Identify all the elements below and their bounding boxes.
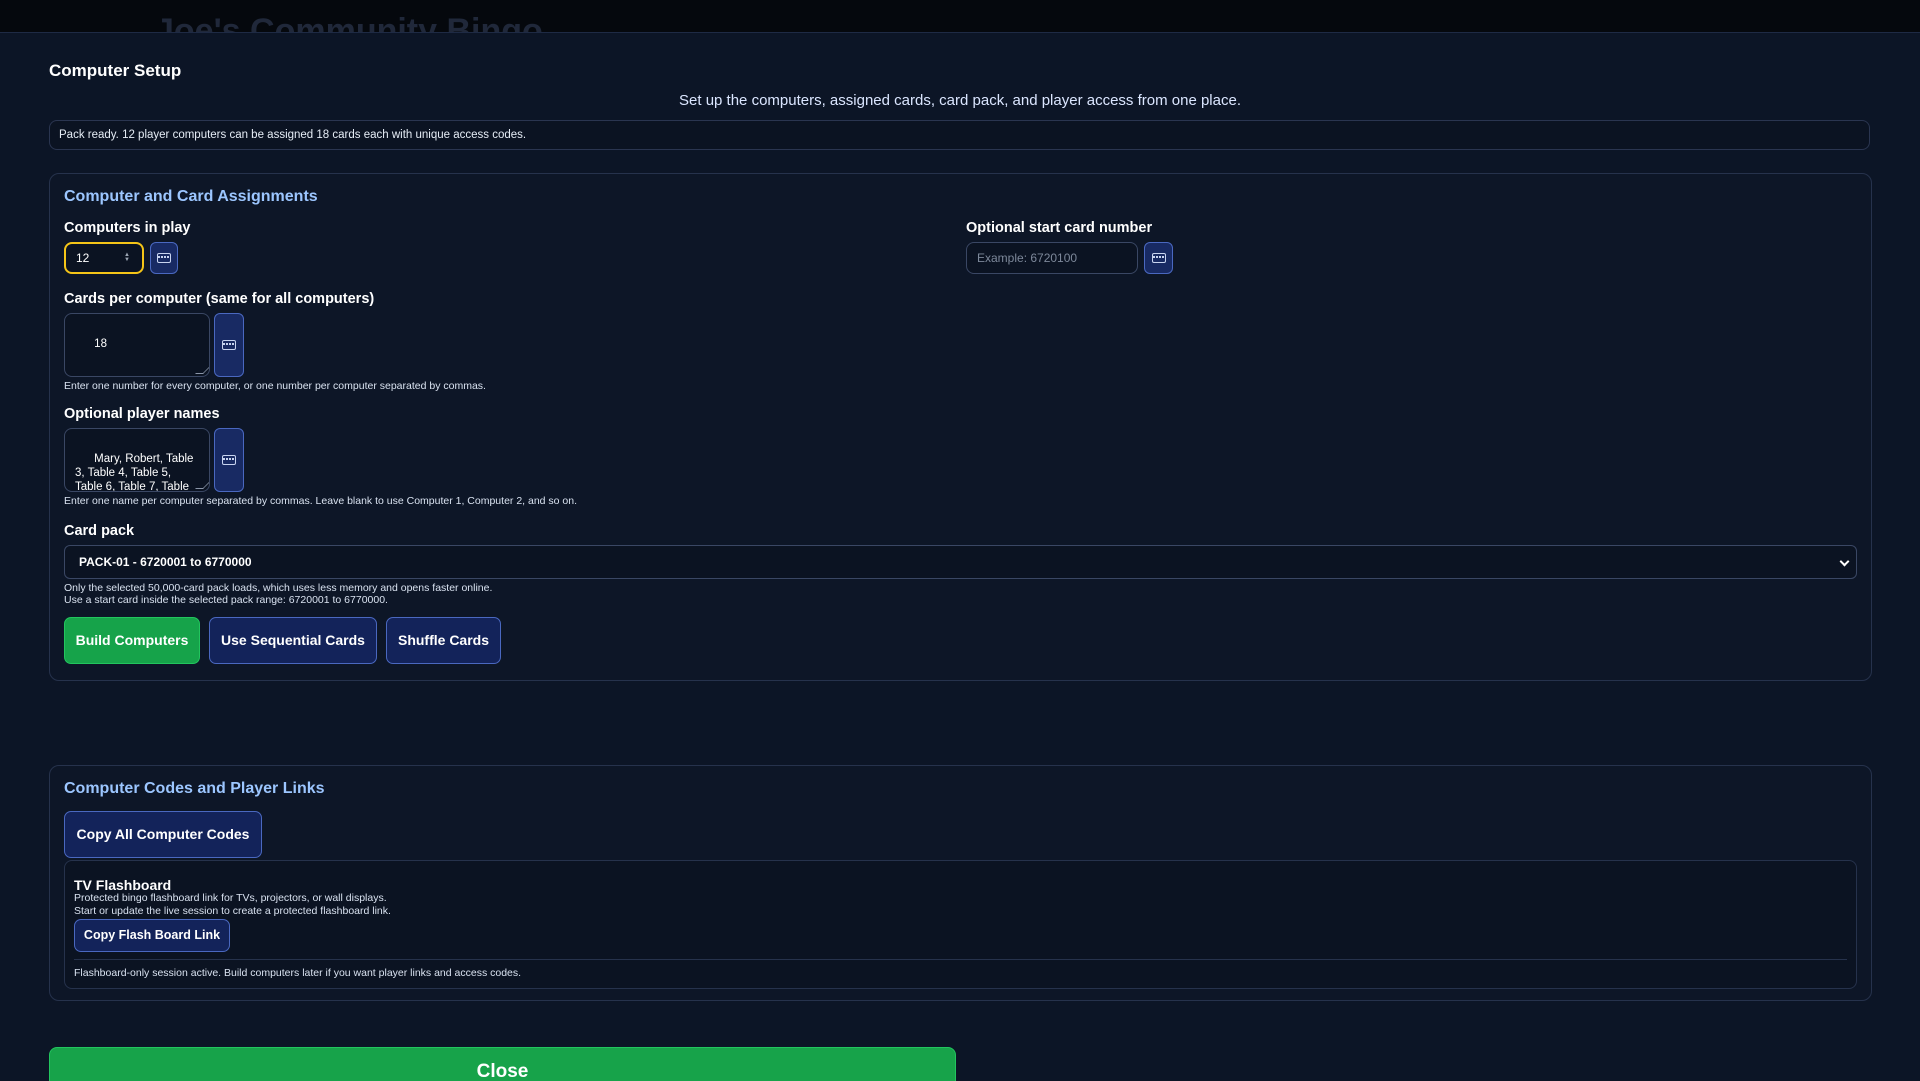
- tv-flashboard-description-1: Protected bingo flashboard link for TVs,…: [74, 892, 387, 904]
- spinner-arrows-icon[interactable]: ▲ ▼: [124, 252, 130, 263]
- copy-flashboard-link-button[interactable]: Copy Flash Board Link: [74, 919, 230, 952]
- assignments-title: Computer and Card Assignments: [64, 188, 318, 205]
- resize-grip-icon[interactable]: [195, 366, 209, 374]
- keyboard-icon: [1151, 253, 1166, 263]
- cards-keyboard-button[interactable]: [214, 313, 244, 377]
- pack-help-2: Use a start card inside the selected pac…: [64, 594, 388, 606]
- sequential-cards-button[interactable]: Use Sequential Cards: [209, 617, 377, 664]
- session-note: Flashboard-only session active. Build co…: [74, 967, 522, 979]
- tv-flashboard-card: TV Flashboard Protected bingo flashboard…: [64, 860, 1857, 989]
- build-computers-button[interactable]: Build Computers: [64, 617, 200, 664]
- pack-label: Card pack: [64, 523, 135, 539]
- resize-grip-icon[interactable]: [195, 481, 209, 489]
- status-message: Pack ready. 12 player computers can be a…: [49, 120, 1870, 150]
- tv-flashboard-title: TV Flashboard: [74, 877, 172, 893]
- names-value: Mary, Robert, Table 3, Table 4, Table 5,…: [75, 453, 194, 492]
- divider: [74, 959, 1847, 960]
- start-card-input[interactable]: Example: 6720100: [966, 242, 1138, 274]
- background-title: Joe's Community Bingo: [155, 12, 543, 32]
- start-card-keyboard-button[interactable]: [1144, 242, 1173, 274]
- keyboard-icon: [222, 455, 236, 465]
- computers-keyboard-button[interactable]: [150, 242, 178, 274]
- cards-textarea[interactable]: 18: [64, 313, 210, 377]
- codes-title: Computer Codes and Player Links: [64, 780, 325, 797]
- keyboard-icon: [157, 253, 171, 263]
- computers-input[interactable]: 12 ▲ ▼: [64, 242, 144, 274]
- cards-help: Enter one number for every computer, or …: [64, 380, 486, 392]
- names-keyboard-button[interactable]: [214, 428, 244, 492]
- start-card-label: Optional start card number: [966, 220, 1153, 236]
- names-help: Enter one name per computer separated by…: [64, 495, 578, 507]
- names-textarea[interactable]: Mary, Robert, Table 3, Table 4, Table 5,…: [64, 428, 210, 492]
- cards-label: Cards per computer (same for all compute…: [64, 291, 375, 307]
- cards-value: 18: [94, 338, 107, 350]
- assignments-panel: Computer and Card Assignments Computers …: [49, 173, 1872, 681]
- computers-label: Computers in play: [64, 220, 191, 236]
- modal-subtitle: Set up the computers, assigned cards, ca…: [679, 92, 1241, 109]
- card-pack-select[interactable]: PACK-01 - 6720001 to 6770000: [64, 545, 1857, 579]
- card-pack-value: PACK-01 - 6720001 to 6770000: [79, 555, 252, 569]
- keyboard-icon: [222, 340, 236, 350]
- chevron-down-icon: [1839, 556, 1850, 567]
- computers-value: 12: [76, 251, 90, 265]
- shuffle-cards-button[interactable]: Shuffle Cards: [386, 617, 501, 664]
- computer-setup-modal: Computer Setup Set up the computers, ass…: [0, 32, 1920, 1081]
- codes-panel: Computer Codes and Player Links Copy All…: [49, 765, 1872, 1001]
- names-label: Optional player names: [64, 406, 220, 422]
- tv-flashboard-description-2: Start or update the live session to crea…: [74, 905, 391, 917]
- modal-title: Computer Setup: [49, 61, 182, 80]
- background-header: Joe's Community Bingo: [0, 0, 1920, 32]
- close-button[interactable]: Close: [49, 1047, 956, 1081]
- copy-all-codes-button[interactable]: Copy All Computer Codes: [64, 811, 262, 858]
